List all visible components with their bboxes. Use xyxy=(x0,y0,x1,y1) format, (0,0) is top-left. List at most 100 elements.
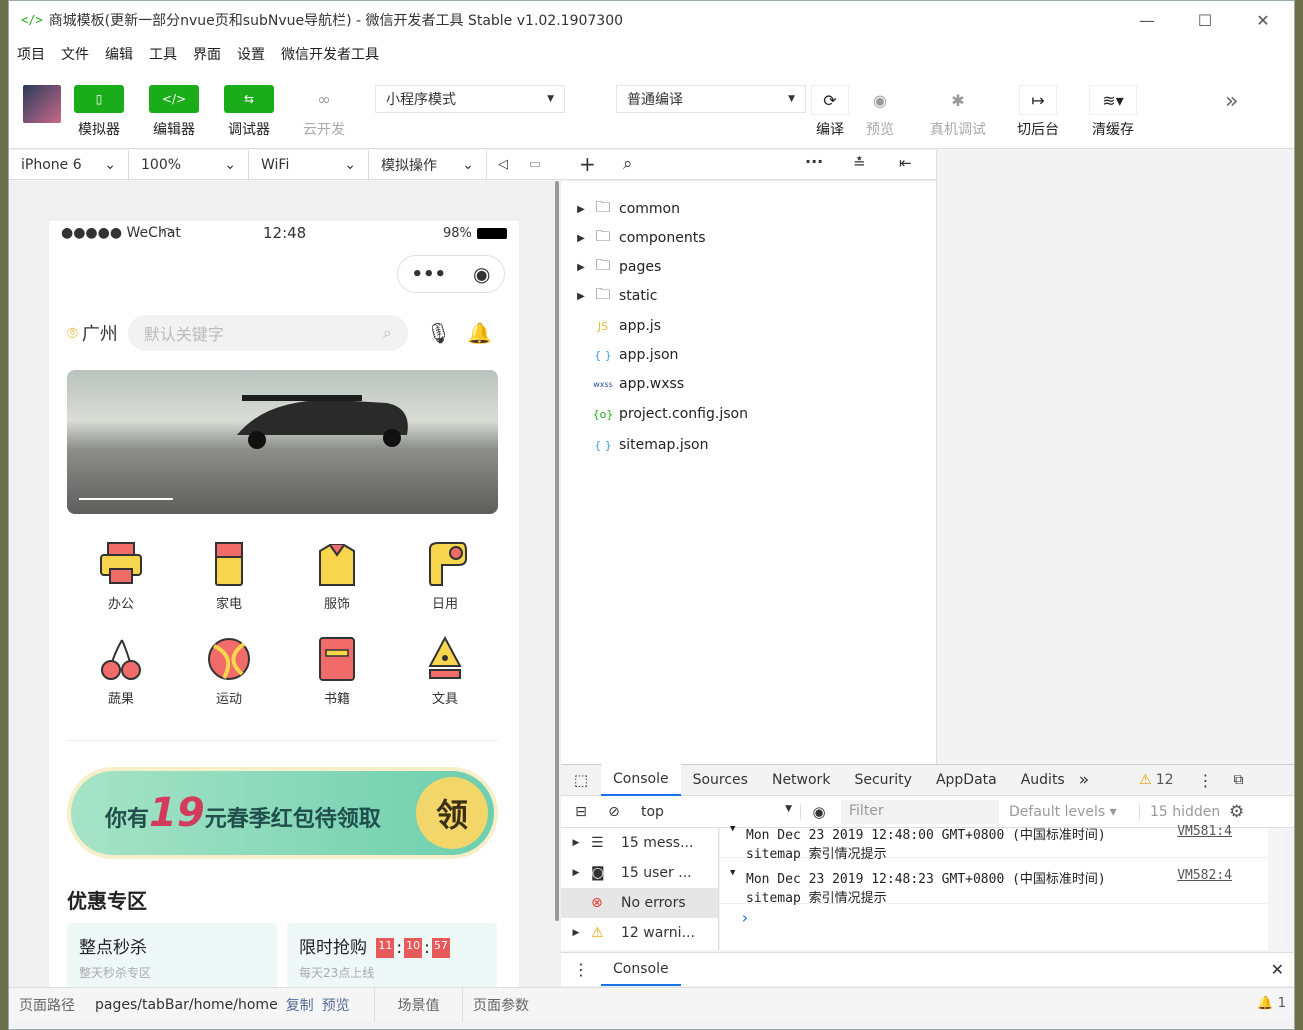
sidebar-item-warnings[interactable]: ▶ ⚠ 12 warni... xyxy=(561,918,718,948)
more-dots-icon[interactable]: ••• xyxy=(412,264,447,285)
drawer-tab-console[interactable]: Console xyxy=(601,953,681,986)
menu-wechat-devtools[interactable]: 微信开发者工具 xyxy=(281,44,379,64)
debugger-button[interactable]: ⇆ 调试器 xyxy=(224,85,274,139)
close-button[interactable]: ✕ xyxy=(1243,7,1283,33)
search-input[interactable]: 默认关键字 ⌕ xyxy=(127,315,408,351)
inspect-icon[interactable]: ⬚ xyxy=(561,771,601,789)
sidebar-toggle-icon[interactable]: ⊟ xyxy=(561,804,601,820)
bell-icon[interactable]: 🔔 xyxy=(467,321,492,345)
more-chevron-icon[interactable]: » xyxy=(1225,89,1238,114)
gear-icon[interactable]: ⚙ xyxy=(1229,802,1244,822)
menu-edit[interactable]: 编辑 xyxy=(105,44,133,64)
file-item[interactable]: wxss app.wxss xyxy=(591,370,684,398)
clear-cache-button[interactable]: ≋▾ 清缓存 xyxy=(1089,85,1137,139)
background-button[interactable]: ↦ 切后台 xyxy=(1017,85,1059,139)
eye-icon[interactable]: ◉ xyxy=(801,803,837,821)
caret-down-icon[interactable]: ▼ xyxy=(730,824,735,834)
preview-link[interactable]: 预览 xyxy=(322,995,350,1015)
menu-file[interactable]: 文件 xyxy=(61,44,89,64)
add-icon[interactable]: + xyxy=(579,152,596,176)
folder-item[interactable]: ▶ 🗀 components xyxy=(561,224,705,252)
sidebar-item-errors[interactable]: ⊗ No errors xyxy=(561,888,718,918)
menu-project[interactable]: 项目 xyxy=(17,44,45,64)
folder-item[interactable]: ▶ 🗀 static xyxy=(561,282,657,310)
kebab-menu-icon[interactable]: ⋮ xyxy=(1198,771,1214,790)
category-item[interactable]: 蔬果 xyxy=(67,636,175,707)
file-item[interactable]: { } app.json xyxy=(591,341,678,369)
category-item[interactable]: 办公 xyxy=(67,541,175,612)
category-item[interactable]: 运动 xyxy=(175,636,283,707)
context-select[interactable]: top ▼ xyxy=(641,803,801,820)
network-select[interactable]: WiFi ⌄ xyxy=(249,149,369,180)
category-item[interactable]: 文具 xyxy=(391,636,499,707)
more-tabs-icon[interactable]: » xyxy=(1079,770,1089,790)
undock-icon[interactable]: ⧉ xyxy=(1234,772,1244,788)
tab-sources[interactable]: Sources xyxy=(681,764,760,796)
category-item[interactable]: 服饰 xyxy=(283,541,391,612)
folder-item[interactable]: ▶ 🗀 pages xyxy=(561,253,661,281)
more-icon[interactable]: ··· xyxy=(805,152,823,171)
file-item[interactable]: { } sitemap.json xyxy=(591,431,708,459)
tab-console[interactable]: Console xyxy=(601,764,681,796)
device-select[interactable]: iPhone 6 ⌄ xyxy=(9,149,129,180)
tab-network[interactable]: Network xyxy=(760,764,842,796)
clear-console-icon[interactable]: ⊘ xyxy=(601,804,627,820)
warning-count[interactable]: 12 xyxy=(1156,772,1174,788)
redpack-banner[interactable]: 你有19元春季红包待领取 领 xyxy=(67,767,498,859)
close-icon[interactable]: ✕ xyxy=(1271,960,1284,979)
category-item[interactable]: 日用 xyxy=(391,541,499,612)
category-item[interactable]: 书籍 xyxy=(283,636,391,707)
search-icon[interactable]: ⌕ xyxy=(623,154,633,174)
mode-select[interactable]: 小程序模式 ▼ xyxy=(375,85,565,113)
compile-mode-select[interactable]: 普通编译 ▼ xyxy=(616,85,806,113)
mute-icon[interactable]: ◁ xyxy=(487,157,519,172)
microphone-icon[interactable]: 🎙 xyxy=(426,321,451,345)
sidebar-item-messages[interactable]: ▶ ☰ 15 mess... xyxy=(561,828,718,858)
menu-tools[interactable]: 工具 xyxy=(149,44,177,64)
file-item[interactable]: {o} project.config.json xyxy=(591,400,748,428)
avatar[interactable] xyxy=(23,85,61,123)
editor-button[interactable]: </> 编辑器 xyxy=(149,85,199,139)
cloud-button[interactable]: ∞ 云开发 xyxy=(299,85,349,139)
city-label[interactable]: 广州 xyxy=(82,320,118,346)
simulator-button[interactable]: ▯ 模拟器 xyxy=(74,85,124,139)
collapse-icon[interactable]: ≛ xyxy=(853,154,866,172)
banner-carousel[interactable] xyxy=(67,370,498,514)
console-prompt[interactable]: › xyxy=(740,908,750,927)
log-source-link[interactable]: VM581:4 xyxy=(1177,824,1232,839)
simulator-scrollbar[interactable] xyxy=(555,181,559,921)
sim-ops-select[interactable]: 模拟操作 ⌄ xyxy=(369,149,487,180)
preview-button[interactable]: ◉ 预览 xyxy=(861,85,899,139)
promo-card-limited[interactable]: 限时抢购 11:10:57 每天23点上线 xyxy=(287,923,497,987)
tab-security[interactable]: Security xyxy=(842,764,924,796)
window-icon[interactable]: ▭ xyxy=(519,157,551,172)
menu-view[interactable]: 界面 xyxy=(193,44,221,64)
drawer-menu-icon[interactable]: ⋮ xyxy=(561,960,601,979)
category-item[interactable]: 家电 xyxy=(175,541,283,612)
close-circle-icon[interactable]: ◉ xyxy=(473,262,490,286)
log-scrollbar[interactable] xyxy=(1268,828,1284,950)
tab-audits[interactable]: Audits xyxy=(1009,764,1077,796)
sidebar-item-user[interactable]: ▶ ◙ 15 user ... xyxy=(561,858,718,888)
levels-select[interactable]: Default levels ▾ xyxy=(1009,804,1139,820)
split-left-icon[interactable]: ⇤ xyxy=(899,154,912,172)
redpack-claim-button[interactable]: 领 xyxy=(416,777,488,849)
menu-settings[interactable]: 设置 xyxy=(237,44,265,64)
scene-button[interactable]: 场景值 xyxy=(375,987,463,1022)
caret-down-icon[interactable]: ▼ xyxy=(730,868,735,878)
maximize-button[interactable]: ☐ xyxy=(1185,7,1225,33)
compile-button[interactable]: ⟳ 编译 xyxy=(811,85,849,139)
file-item[interactable]: JS app.js xyxy=(591,312,661,340)
remote-debug-button[interactable]: ✱ 真机调试 xyxy=(930,85,986,139)
notification-bell-icon[interactable]: 🔔 xyxy=(1257,996,1273,1011)
filter-input[interactable]: Filter xyxy=(841,799,999,824)
promo-card-flash-sale[interactable]: 整点秒杀 整天秒杀专区 xyxy=(67,923,277,987)
log-source-link[interactable]: VM582:4 xyxy=(1177,868,1232,883)
params-button[interactable]: 页面参数 xyxy=(463,988,539,1022)
editor-area[interactable] xyxy=(936,150,1294,764)
tab-appdata[interactable]: AppData xyxy=(924,764,1009,796)
zoom-select[interactable]: 100% ⌄ xyxy=(129,149,249,180)
folder-item[interactable]: ▶ 🗀 common xyxy=(561,195,680,223)
minimize-button[interactable]: — xyxy=(1127,7,1167,33)
copy-link[interactable]: 复制 xyxy=(286,995,314,1015)
